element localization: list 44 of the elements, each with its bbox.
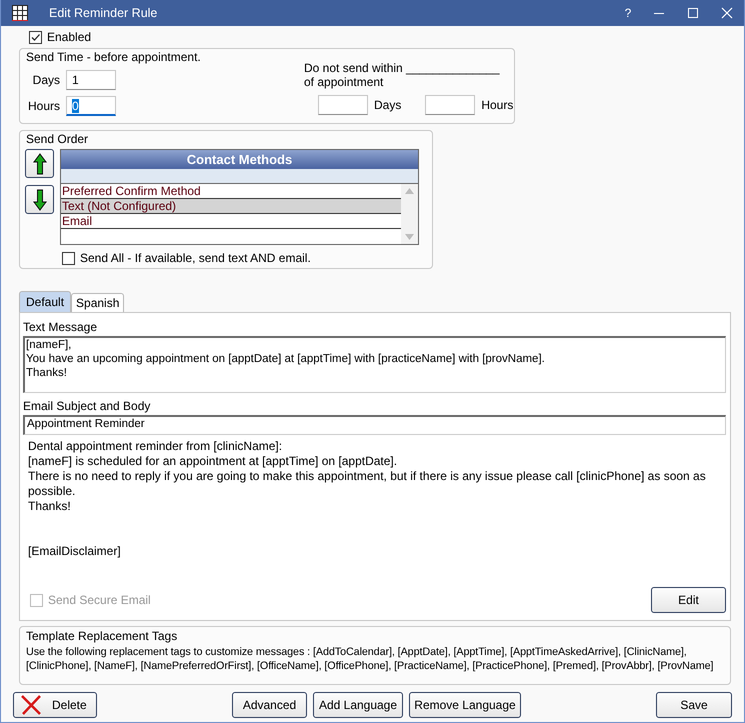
move-up-button[interactable] bbox=[25, 149, 54, 178]
group-title: Send Time - before appointment. bbox=[25, 49, 202, 64]
close-icon[interactable] bbox=[721, 7, 733, 19]
edit-button[interactable]: Edit bbox=[651, 587, 726, 613]
dialog-button[interactable]: Advanced bbox=[232, 692, 307, 718]
maximize-icon[interactable] bbox=[687, 7, 699, 19]
input-field[interactable] bbox=[318, 95, 368, 115]
field-label: Hours bbox=[481, 98, 514, 112]
field-label: Days bbox=[374, 98, 402, 112]
delete-button[interactable]: Delete bbox=[13, 692, 97, 718]
field-label: Email Subject and Body bbox=[23, 399, 152, 413]
checkbox-label: Enabled bbox=[47, 30, 92, 44]
checkbox[interactable] bbox=[29, 30, 42, 44]
list-item[interactable]: Text (Not Configured) bbox=[61, 199, 401, 214]
subject-field[interactable]: Appointment Reminder bbox=[23, 415, 726, 435]
checkbox-label: Send All - If available, send text AND email. bbox=[80, 251, 311, 265]
checkbox[interactable] bbox=[62, 252, 75, 264]
checkbox-label: Send Secure Email bbox=[48, 593, 151, 607]
tab[interactable]: Spanish bbox=[71, 293, 124, 312]
input-field[interactable] bbox=[425, 95, 476, 115]
window-title: Edit Reminder Rule bbox=[49, 6, 158, 20]
input-field[interactable]: 0 bbox=[66, 96, 116, 116]
app-icon bbox=[12, 5, 28, 21]
field-label: Days bbox=[32, 73, 60, 87]
grid-title: Contact Methods bbox=[61, 150, 418, 169]
delete-x-icon bbox=[20, 695, 42, 715]
text-message-field[interactable]: [nameF], You have an upcoming appointment on [apptDate] at [apptTime] with [practiceName] with [provName]. Thanks! bbox=[23, 336, 726, 393]
dialog-button[interactable]: Add Language bbox=[313, 692, 403, 718]
dialog-button[interactable]: Save bbox=[656, 692, 732, 718]
list-item[interactable]: Email bbox=[61, 214, 401, 229]
dialog-button[interactable]: Remove Language bbox=[409, 692, 521, 718]
tab[interactable]: Default bbox=[19, 291, 72, 312]
field-label: Hours bbox=[26, 99, 60, 113]
move-down-button[interactable] bbox=[25, 185, 54, 214]
group-title: Send Order bbox=[25, 131, 90, 146]
group-title: Template Replacement Tags bbox=[25, 628, 178, 643]
input-field[interactable]: 1 bbox=[66, 70, 116, 90]
down-arrow-icon bbox=[32, 188, 46, 210]
email-body-field[interactable]: Dental appointment reminder from [clinicName]: [nameF] is scheduled for an appointment at [apptTime] on [apptDate]. There is no need to reply if you are going to make this appointment, but if there is any issue please call [clinicPhone] as soon as possible. Thanks! [EmailDisclaimer] bbox=[23, 435, 726, 585]
tags-description: Use the following replacement tags to customize messages : [AddToCalendar], [ApptDate], [ApptTime], [ApptTimeAskedArrive], [ClinicName], [ClinicPhone], [NameF], [NamePreferredOrFirst], [OfficeName], [OfficePhone], [PracticeName], [PracticePhone], [Premed], [ProvAbbr], [ProvName] bbox=[25, 645, 714, 674]
field-label: Text Message bbox=[23, 320, 98, 334]
help-button[interactable]: ? bbox=[614, 6, 642, 20]
field-label: Do not send within ______________ of appointment bbox=[304, 61, 501, 89]
up-arrow-icon bbox=[32, 152, 46, 174]
